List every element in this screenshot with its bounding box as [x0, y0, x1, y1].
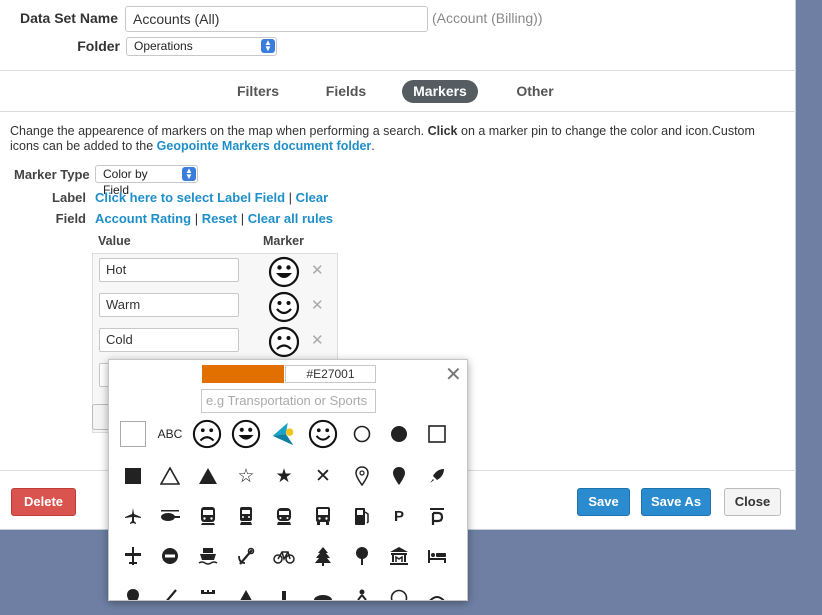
desc-text: Change the appearence of markers on the …	[10, 124, 425, 138]
rule-value-input[interactable]: Hot	[99, 258, 239, 282]
road-icon[interactable]	[421, 582, 453, 600]
label-row-links: Click here to select Label Field | Clear	[95, 190, 328, 205]
rule-value-input[interactable]: Warm	[99, 293, 239, 317]
save-as-button[interactable]: Save As	[641, 488, 711, 516]
marker-description: Change the appearence of markers on the …	[10, 124, 780, 154]
geopointe-logo-icon[interactable]	[268, 418, 300, 450]
value-column-header: Value	[98, 234, 131, 248]
knife-icon[interactable]	[154, 582, 186, 600]
separator: |	[288, 190, 293, 205]
harbor-icon[interactable]	[230, 540, 262, 572]
dataset-name-input[interactable]: Accounts (All)	[125, 6, 428, 32]
marker-picker-popup: #E27001 ✕ e.g Transportation or Sports A…	[108, 359, 468, 601]
pin-outline-icon[interactable]	[346, 460, 378, 492]
tree-icon[interactable]	[346, 540, 378, 572]
folder-select-value: Operations	[134, 39, 193, 53]
triangle-filled-icon[interactable]	[230, 582, 262, 600]
documents-folder-link[interactable]: Geopointe Markers document folder	[157, 139, 372, 153]
frown-icon[interactable]	[191, 418, 223, 450]
color-swatch[interactable]	[202, 365, 284, 383]
no-entry-icon[interactable]	[154, 540, 186, 572]
select-arrows-icon: ▲ ▼	[182, 167, 196, 181]
marker-type-select[interactable]: Color by Field ▲ ▼	[95, 165, 198, 197]
icon-search-input[interactable]: e.g Transportation or Sports	[201, 389, 376, 413]
pin-filled-icon[interactable]	[383, 460, 415, 492]
train-icon[interactable]	[192, 500, 224, 532]
select-label-field-link[interactable]: Click here to select Label Field	[95, 190, 285, 205]
square-outline-icon[interactable]	[421, 418, 453, 450]
remove-rule-icon[interactable]: ✕	[311, 331, 324, 349]
parking-alt-icon[interactable]	[421, 500, 453, 532]
castle-icon[interactable]	[192, 582, 224, 600]
delete-button[interactable]: Delete	[11, 488, 76, 516]
dataset-name-label: Data Set Name	[19, 10, 118, 26]
x-icon[interactable]: ✕	[307, 460, 339, 492]
town-hall-icon[interactable]	[383, 540, 415, 572]
remove-rule-icon[interactable]: ✕	[311, 296, 324, 314]
monument-icon[interactable]	[268, 582, 300, 600]
lodging-icon[interactable]	[421, 540, 453, 572]
square-filled-icon[interactable]	[117, 460, 149, 492]
folder-select[interactable]: Operations ▲ ▼	[126, 37, 277, 56]
hiker-icon[interactable]	[346, 582, 378, 600]
dataset-hint: (Account (Billing))	[432, 10, 543, 26]
star-filled-icon[interactable]: ★	[268, 460, 300, 492]
separator: |	[240, 211, 245, 226]
label-row-label: Label	[52, 190, 86, 205]
frown-icon[interactable]	[268, 326, 300, 361]
abc-text-icon[interactable]: ABC	[154, 418, 186, 450]
parking-icon[interactable]: P	[383, 500, 415, 532]
clear-label-link[interactable]: Clear	[296, 190, 329, 205]
desc-end: .	[371, 139, 375, 153]
triangle-filled-icon[interactable]	[192, 460, 224, 492]
rocket-icon[interactable]	[421, 460, 453, 492]
separator: |	[194, 211, 199, 226]
stadium-icon[interactable]	[307, 582, 339, 600]
color-hex-input[interactable]: #E27001	[285, 365, 376, 383]
rule-value-input[interactable]: Cold	[99, 328, 239, 352]
big-smile-icon[interactable]	[230, 418, 262, 450]
select-arrows-icon: ▲ ▼	[261, 39, 275, 53]
subway-icon[interactable]	[230, 500, 262, 532]
ferry-icon[interactable]	[192, 540, 224, 572]
account-rating-link[interactable]: Account Rating	[95, 211, 191, 226]
pin-filled-icon[interactable]	[117, 582, 149, 600]
marker-type-label: Marker Type	[14, 167, 90, 182]
remove-rule-icon[interactable]: ✕	[311, 261, 324, 279]
divider	[0, 70, 796, 71]
circle-filled-icon[interactable]	[383, 418, 415, 450]
field-row-links: Account Rating | Reset | Clear all rules	[95, 211, 333, 226]
desc-bold: Click	[427, 124, 458, 138]
triangle-outline-icon[interactable]	[154, 460, 186, 492]
smile-icon[interactable]	[307, 418, 339, 450]
tram-icon[interactable]	[268, 500, 300, 532]
tab-filters[interactable]: Filters	[228, 80, 288, 103]
bicycle-icon[interactable]	[268, 540, 300, 572]
divider	[0, 111, 796, 112]
bus-icon[interactable]	[307, 500, 339, 532]
tab-other[interactable]: Other	[506, 80, 564, 103]
helicopter-icon[interactable]	[154, 500, 186, 532]
airplane-icon[interactable]	[117, 500, 149, 532]
save-button[interactable]: Save	[577, 488, 630, 516]
clear-all-rules-link[interactable]: Clear all rules	[248, 211, 333, 226]
fuel-icon[interactable]	[346, 500, 378, 532]
close-button[interactable]: Close	[724, 488, 781, 516]
folder-label: Folder	[77, 38, 120, 54]
blank-square-icon[interactable]	[117, 418, 149, 450]
marker-column-header: Marker	[263, 234, 304, 248]
big-smile-icon[interactable]	[268, 256, 300, 291]
smile-icon[interactable]	[268, 291, 300, 326]
star-outline-icon[interactable]: ☆	[230, 460, 262, 492]
reset-link[interactable]: Reset	[202, 211, 237, 226]
field-row-label: Field	[55, 211, 86, 226]
circle-outline-icon[interactable]	[346, 418, 378, 450]
tab-fields[interactable]: Fields	[316, 80, 376, 103]
airfield-icon[interactable]	[117, 540, 149, 572]
close-icon[interactable]: ✕	[445, 362, 462, 387]
circle-outline-icon[interactable]	[383, 582, 415, 600]
conifer-tree-icon[interactable]	[307, 540, 339, 572]
tab-markers[interactable]: Markers	[402, 80, 478, 103]
